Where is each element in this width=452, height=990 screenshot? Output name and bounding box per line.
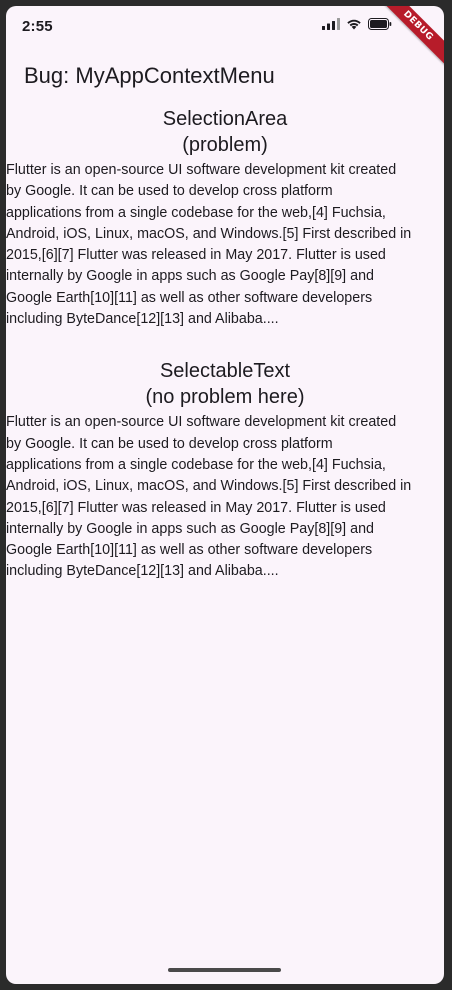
status-time: 2:55 bbox=[22, 18, 53, 35]
section-heading: SelectableText bbox=[159, 360, 291, 383]
section-heading: SelectionArea bbox=[162, 108, 288, 130]
paragraph-line: internally by Google in apps such as Goo… bbox=[6, 520, 374, 537]
paragraph-line: by Google. It can be used to develop cro… bbox=[6, 435, 333, 452]
home-indicator[interactable] bbox=[168, 968, 281, 972]
battery-icon bbox=[368, 18, 392, 30]
paragraph-line: by Google. It can be used to develop cro… bbox=[6, 183, 333, 200]
paragraph-line: internally by Google in apps such as Goo… bbox=[6, 268, 374, 285]
wifi-icon bbox=[347, 19, 361, 30]
paragraph-line: 2015,[6][7] Flutter was released in May … bbox=[6, 499, 386, 516]
selectable-text-section: SelectableText (no problem here) Flutter… bbox=[6, 358, 444, 582]
selectable-paragraph[interactable]: Flutter is an open-source UI software de… bbox=[6, 160, 444, 330]
paragraph-line: Android, iOS, Linux, macOS, and Windows.… bbox=[6, 225, 412, 242]
paragraph-line: including ByteDance[12][13] and Alibaba.… bbox=[6, 563, 279, 580]
status-bar: 2:55 DEBUG bbox=[6, 6, 444, 75]
paragraph-line: Google Earth[10][11] as well as other so… bbox=[6, 289, 373, 306]
paragraph-line: 2015,[6][7] Flutter was released in May … bbox=[6, 247, 386, 264]
signal-icon bbox=[322, 18, 340, 30]
device-frame: 2:55 DEBUG Bug: MyAppContextMenu Selecti… bbox=[0, 0, 452, 990]
paragraph-line: applications from a single codebase for … bbox=[6, 204, 386, 221]
page-body: SelectionArea (problem) Flutter is an op… bbox=[6, 106, 444, 583]
selectable-paragraph[interactable]: Flutter is an open-source UI software de… bbox=[6, 412, 444, 582]
paragraph-line: Flutter is an open-source UI software de… bbox=[6, 414, 397, 431]
phone-screen: 2:55 DEBUG Bug: MyAppContextMenu Selecti… bbox=[6, 6, 444, 984]
paragraph-line: including ByteDance[12][13] and Alibaba.… bbox=[6, 311, 279, 328]
section-subheading: (problem) bbox=[182, 134, 268, 156]
selection-area-section: SelectionArea (problem) Flutter is an op… bbox=[6, 106, 444, 330]
paragraph-line: Android, iOS, Linux, macOS, and Windows.… bbox=[6, 478, 412, 495]
paragraph-line: Flutter is an open-source UI software de… bbox=[6, 162, 397, 178]
paragraph-line: applications from a single codebase for … bbox=[6, 456, 386, 473]
app-bar: Bug: MyAppContextMenu bbox=[6, 50, 444, 106]
section-subheading: (no problem here) bbox=[145, 386, 305, 409]
status-icons bbox=[322, 18, 392, 30]
app-bar-title: Bug: MyAppContextMenu bbox=[24, 63, 275, 88]
paragraph-line: Google Earth[10][11] as well as other so… bbox=[6, 542, 373, 559]
